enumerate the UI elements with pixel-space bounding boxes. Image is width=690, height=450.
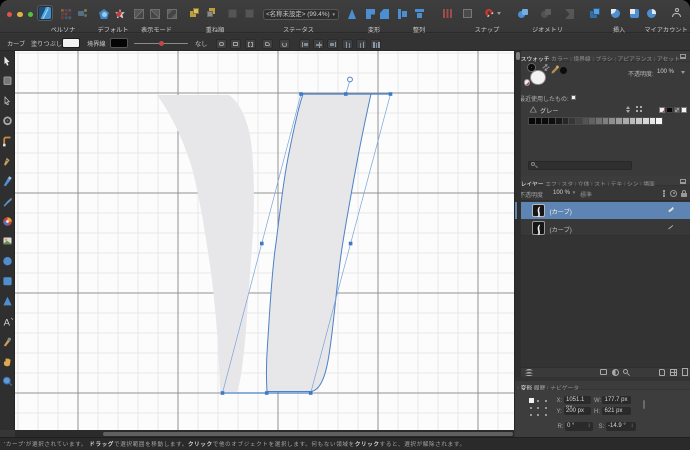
svg-text:A: A (4, 318, 11, 329)
